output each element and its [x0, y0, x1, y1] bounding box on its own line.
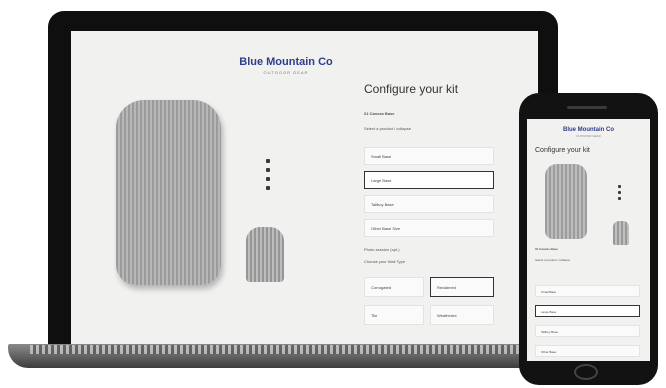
step-prompt: Select a product / collapse [364, 126, 411, 131]
page-title: Configure your kit [364, 82, 459, 96]
laptop-screen: Blue Mountain Co OUTDOOR GEAR Configure … [71, 31, 538, 344]
mobile-option-small-base[interactable]: Small Base [535, 285, 640, 297]
clips-image [266, 159, 270, 199]
wall-option-corrugated[interactable]: Corrugated [364, 277, 424, 297]
option-other-base[interactable]: Other Base Size [364, 219, 494, 237]
mobile-product-image [545, 164, 587, 239]
clip-icon [266, 159, 270, 163]
clip-icon [266, 177, 270, 181]
accessory-image [246, 227, 284, 282]
mobile-option-large-base[interactable]: Large Base [535, 305, 640, 317]
option-tallboy-base[interactable]: Tallboy Base [364, 195, 494, 213]
phone-home-button[interactable] [574, 364, 598, 380]
mobile-step-label: 01 Canvas Base [535, 247, 558, 251]
mobile-step-prompt: Select a product / collapse [535, 258, 571, 262]
product-image [116, 100, 221, 285]
wall-option-reclaimed[interactable]: Reclaimed [430, 277, 494, 297]
mobile-accessory-image [613, 221, 629, 245]
brand-logo[interactable]: Blue Mountain Co [151, 56, 421, 68]
phone-screen: Blue Mountain Co OUTDOOR GEAR Configure … [527, 119, 650, 361]
mobile-option-tallboy-base[interactable]: Tallboy Base [535, 325, 640, 337]
mobile-page-title: Configure your kit [535, 147, 590, 154]
step-label: 01 Canvas Base [364, 111, 395, 116]
wall-option-tile[interactable]: Tile [364, 305, 424, 325]
clip-icon [266, 168, 270, 172]
clip-icon [618, 185, 621, 188]
wall-option-weathered[interactable]: Weathered [430, 305, 494, 325]
mobile-option-other-base[interactable]: Other Base [535, 345, 640, 357]
mobile-clips-image [618, 185, 621, 203]
brand-tagline: OUTDOOR GEAR [263, 70, 309, 75]
wall-prompt: Choose your Wall Type [364, 259, 406, 264]
phone-speaker [567, 106, 607, 109]
section-label: Photo session (opt.) [364, 247, 400, 252]
option-small-base[interactable]: Small Base [364, 147, 494, 165]
laptop-keyboard [30, 345, 578, 354]
mobile-brand-tagline: OUTDOOR GEAR [576, 134, 601, 138]
clip-icon [266, 186, 270, 190]
mobile-brand-logo[interactable]: Blue Mountain Co [527, 127, 650, 133]
clip-icon [618, 197, 621, 200]
clip-icon [618, 191, 621, 194]
option-large-base[interactable]: Large Base [364, 171, 494, 189]
